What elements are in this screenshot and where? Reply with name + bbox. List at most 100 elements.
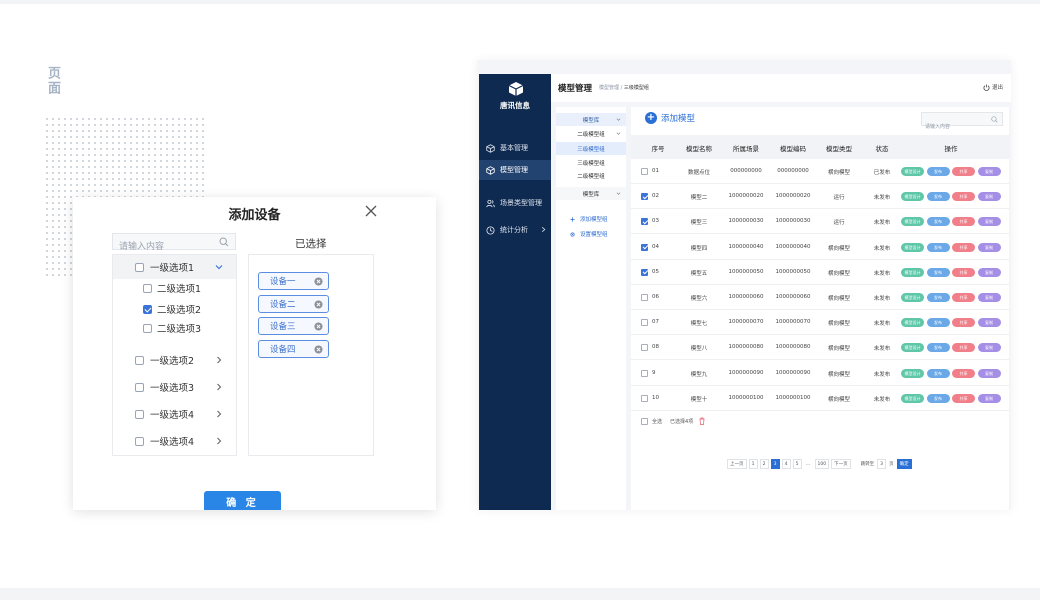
remove-circle-icon[interactable] xyxy=(314,299,323,309)
option-checkbox[interactable] xyxy=(143,283,152,293)
row-action-publish-button[interactable]: 发布 xyxy=(926,267,950,277)
row-action-copy-button[interactable]: 复制 xyxy=(977,267,1001,277)
tree-option-level1[interactable]: 一级选项4 xyxy=(113,429,236,453)
sidebar-item-3[interactable]: 场景类型管理 xyxy=(479,193,551,213)
chevron-right-icon[interactable] xyxy=(214,409,224,419)
tree-option-level1[interactable]: 一级选项4 xyxy=(113,402,236,426)
option-checkbox[interactable] xyxy=(135,262,144,272)
row-action-copy-button[interactable]: 复制 xyxy=(977,368,1001,378)
row-action-copy-button[interactable]: 复制 xyxy=(977,318,1001,328)
model-tree-item[interactable]: 二级模型组 xyxy=(556,127,626,140)
model-tree-item[interactable]: 模型库 xyxy=(556,113,626,126)
row-action-design-button[interactable]: 模型设计 xyxy=(901,242,924,252)
row-action-publish-button[interactable]: 发布 xyxy=(926,343,950,353)
sidebar-item-4[interactable]: 统计分析 xyxy=(479,220,551,240)
pagination-page[interactable]: 4 xyxy=(781,459,791,469)
select-all-checkbox[interactable] xyxy=(641,417,648,425)
goto-confirm-button[interactable]: 确定 xyxy=(896,459,912,469)
row-action-design-button[interactable]: 模型设计 xyxy=(901,293,924,302)
row-action-share-button[interactable]: 共享 xyxy=(952,368,975,378)
model-tree-item[interactable]: 三级模型组 xyxy=(556,142,626,155)
row-action-publish-button[interactable]: 发布 xyxy=(926,217,950,227)
row-action-share-button[interactable]: 共享 xyxy=(952,343,975,353)
row-action-publish-button[interactable]: 发布 xyxy=(926,192,950,202)
pagination-page[interactable]: 100 xyxy=(814,459,830,469)
row-action-copy-button[interactable]: 复制 xyxy=(977,393,1001,403)
option-checkbox[interactable] xyxy=(135,409,144,419)
tree-option-level2[interactable]: 二级选项1 xyxy=(113,279,236,297)
chevron-right-icon[interactable] xyxy=(214,436,224,446)
row-action-copy-button[interactable]: 复制 xyxy=(977,217,1001,227)
chevron-right-icon[interactable] xyxy=(214,355,224,365)
pagination-page[interactable]: 3 xyxy=(770,459,780,469)
row-checkbox[interactable] xyxy=(641,319,648,327)
row-action-publish-button[interactable]: 发布 xyxy=(926,393,950,403)
row-action-design-button[interactable]: 模型设计 xyxy=(901,318,924,328)
tree-option-level1[interactable]: 一级选项2 xyxy=(113,348,236,372)
pagination-page[interactable]: 1 xyxy=(748,459,758,469)
row-action-design-button[interactable]: 模型设计 xyxy=(901,217,924,227)
pagination-prev[interactable]: 上一页 xyxy=(727,459,747,469)
row-action-share-button[interactable]: 共享 xyxy=(952,242,975,252)
model-tree-item[interactable]: 三级模型组 xyxy=(556,156,626,169)
search-icon[interactable] xyxy=(219,237,229,247)
row-action-publish-button[interactable]: 发布 xyxy=(926,368,950,378)
remove-circle-icon[interactable] xyxy=(314,322,323,331)
remove-circle-icon[interactable] xyxy=(314,344,323,354)
row-checkbox[interactable] xyxy=(641,369,648,377)
row-action-share-button[interactable]: 共享 xyxy=(952,393,975,403)
row-action-design-button[interactable]: 模型设计 xyxy=(901,167,924,176)
row-action-share-button[interactable]: 共享 xyxy=(952,293,975,302)
model-tree-item[interactable]: 二级模型组 xyxy=(556,169,626,182)
row-checkbox[interactable] xyxy=(641,394,648,402)
chevron-down-icon[interactable] xyxy=(616,117,621,122)
option-checkbox[interactable] xyxy=(135,355,144,365)
row-action-publish-button[interactable]: 发布 xyxy=(926,167,950,176)
tree-action-add-group[interactable]: 添加模型组 xyxy=(570,215,608,223)
tree-action-setting-group[interactable]: 设置模型组 xyxy=(570,230,608,238)
option-checkbox[interactable] xyxy=(135,436,144,446)
row-action-publish-button[interactable]: 发布 xyxy=(926,242,950,252)
chevron-right-icon[interactable] xyxy=(540,226,547,233)
tree-option-level1[interactable]: 一级选项1 xyxy=(113,255,236,279)
row-checkbox[interactable] xyxy=(641,268,648,276)
row-checkbox[interactable] xyxy=(641,294,648,301)
search-icon[interactable] xyxy=(991,116,998,123)
row-checkbox[interactable] xyxy=(641,243,648,251)
row-action-design-button[interactable]: 模型设计 xyxy=(901,368,924,378)
close-icon[interactable] xyxy=(363,203,379,219)
row-action-share-button[interactable]: 共享 xyxy=(952,267,975,277)
row-action-share-button[interactable]: 共享 xyxy=(952,318,975,328)
add-model-button[interactable]: + 添加模型 xyxy=(645,112,695,124)
model-search-input[interactable] xyxy=(922,121,987,133)
row-action-share-button[interactable]: 共享 xyxy=(952,192,975,202)
row-action-copy-button[interactable]: 复制 xyxy=(977,242,1001,252)
row-action-design-button[interactable]: 模型设计 xyxy=(901,267,924,277)
device-search-input[interactable] xyxy=(113,239,213,255)
goto-page-input[interactable]: 3 xyxy=(877,459,887,469)
pagination-page[interactable]: 5 xyxy=(792,459,802,469)
row-checkbox[interactable] xyxy=(641,344,648,352)
tree-option-level2[interactable]: 二级选项3 xyxy=(113,319,236,337)
row-action-copy-button[interactable]: 复制 xyxy=(977,293,1001,302)
chevron-down-icon[interactable] xyxy=(616,131,621,136)
sidebar-item-1[interactable]: 基本管理 xyxy=(479,138,551,158)
row-action-copy-button[interactable]: 复制 xyxy=(977,343,1001,353)
row-action-publish-button[interactable]: 发布 xyxy=(926,293,950,302)
row-checkbox[interactable] xyxy=(641,193,648,201)
row-action-design-button[interactable]: 模型设计 xyxy=(901,393,924,403)
row-action-share-button[interactable]: 共享 xyxy=(952,167,975,176)
chevron-right-icon[interactable] xyxy=(214,382,224,392)
row-checkbox[interactable] xyxy=(641,168,648,175)
row-checkbox[interactable] xyxy=(641,218,648,226)
pagination-page[interactable]: 2 xyxy=(759,459,769,469)
row-action-share-button[interactable]: 共享 xyxy=(952,217,975,227)
logout-button[interactable]: 退出 xyxy=(983,83,1003,91)
sidebar-item-2[interactable]: 模型管理 xyxy=(479,160,551,180)
row-action-design-button[interactable]: 模型设计 xyxy=(901,192,924,202)
remove-circle-icon[interactable] xyxy=(314,277,323,286)
model-tree-item[interactable]: 模型库 xyxy=(556,187,626,200)
tree-option-level2[interactable]: 二级选项2 xyxy=(113,300,236,318)
confirm-button[interactable]: 确 定 xyxy=(204,491,281,510)
row-action-copy-button[interactable]: 复制 xyxy=(977,192,1001,202)
